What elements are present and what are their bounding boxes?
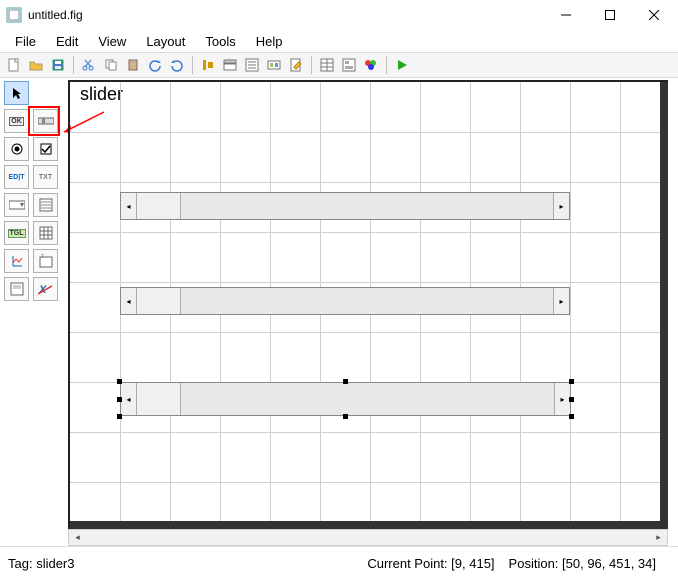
status-current-point-value: [9, 415] bbox=[451, 556, 494, 571]
tool-select[interactable] bbox=[4, 81, 29, 105]
slider-track[interactable] bbox=[181, 383, 554, 415]
tool-panel[interactable]: T bbox=[33, 249, 58, 273]
slider-right-arrow-icon[interactable]: ▸ bbox=[554, 383, 570, 415]
scrollbar-left-arrow-icon[interactable]: ◂ bbox=[69, 530, 86, 545]
tool-slider[interactable] bbox=[33, 109, 58, 133]
align-icon[interactable] bbox=[198, 55, 218, 75]
slider-thumb[interactable] bbox=[137, 193, 181, 219]
slider-track[interactable] bbox=[181, 193, 553, 219]
new-icon[interactable] bbox=[4, 55, 24, 75]
slider-thumb[interactable] bbox=[137, 288, 181, 314]
design-canvas[interactable]: ◂ ▸ ◂ ▸ ◂ ▸ bbox=[68, 80, 668, 529]
slider-left-arrow-icon[interactable]: ◂ bbox=[121, 193, 137, 219]
status-position: Position: [50, 96, 451, 34] bbox=[509, 556, 656, 571]
scrollbar-track[interactable] bbox=[86, 530, 650, 545]
undo-icon[interactable] bbox=[145, 55, 165, 75]
menu-edit[interactable]: Edit bbox=[47, 32, 87, 51]
open-icon[interactable] bbox=[26, 55, 46, 75]
title-bar: untitled.fig bbox=[0, 0, 678, 30]
svg-text:T: T bbox=[41, 254, 44, 260]
tool-radio[interactable] bbox=[4, 137, 29, 161]
toolbar-separator bbox=[73, 56, 74, 74]
tool-edit[interactable]: ED|T bbox=[4, 165, 29, 189]
tool-axes[interactable] bbox=[4, 249, 29, 273]
toolbar bbox=[0, 52, 678, 78]
status-bar: Tag: slider3 Current Point: [9, 415] Pos… bbox=[0, 546, 678, 580]
toolbar-separator bbox=[386, 56, 387, 74]
menu-layout[interactable]: Layout bbox=[137, 32, 194, 51]
menu-editor-icon[interactable] bbox=[220, 55, 240, 75]
slider-right-arrow-icon[interactable]: ▸ bbox=[553, 288, 569, 314]
slider-2[interactable]: ◂ ▸ bbox=[120, 287, 570, 315]
object-browser-icon[interactable] bbox=[339, 55, 359, 75]
cut-icon[interactable] bbox=[79, 55, 99, 75]
minimize-button[interactable] bbox=[544, 1, 588, 29]
canvas-bottom-edge bbox=[70, 521, 668, 529]
tool-listbox[interactable] bbox=[33, 193, 58, 217]
app-icon bbox=[6, 7, 22, 23]
horizontal-scrollbar[interactable]: ◂ ▸ bbox=[68, 529, 668, 546]
toolbar-separator bbox=[192, 56, 193, 74]
tab-order-icon[interactable] bbox=[242, 55, 262, 75]
tool-checkbox[interactable] bbox=[33, 137, 58, 161]
menu-file[interactable]: File bbox=[6, 32, 45, 51]
run-icon[interactable] bbox=[392, 55, 412, 75]
scrollbar-right-arrow-icon[interactable]: ▸ bbox=[650, 530, 667, 545]
menu-bar: File Edit View Layout Tools Help bbox=[0, 30, 678, 52]
tool-table[interactable] bbox=[33, 221, 58, 245]
editor-icon[interactable] bbox=[286, 55, 306, 75]
main-area: OK ED|T TXT TGL T X slider ◂ ▸ bbox=[0, 78, 678, 546]
redo-icon[interactable] bbox=[167, 55, 187, 75]
status-tag-label: Tag: bbox=[8, 556, 36, 571]
status-tag-value: slider3 bbox=[36, 556, 74, 571]
status-position-value: [50, 96, 451, 34] bbox=[562, 556, 656, 571]
slider-right-arrow-icon[interactable]: ▸ bbox=[553, 193, 569, 219]
canvas-right-edge bbox=[660, 82, 668, 529]
tool-toggle[interactable]: TGL bbox=[4, 221, 29, 245]
status-tag: Tag: slider3 bbox=[8, 556, 74, 571]
tool-pushbutton[interactable]: OK bbox=[4, 109, 29, 133]
menu-help[interactable]: Help bbox=[247, 32, 292, 51]
menu-tools[interactable]: Tools bbox=[196, 32, 244, 51]
tool-buttongroup[interactable] bbox=[4, 277, 29, 301]
save-icon[interactable] bbox=[48, 55, 68, 75]
toolbar-editor-icon[interactable] bbox=[264, 55, 284, 75]
property-inspector-icon[interactable] bbox=[317, 55, 337, 75]
close-button[interactable] bbox=[632, 1, 676, 29]
window-title: untitled.fig bbox=[28, 8, 544, 22]
slider-1[interactable]: ◂ ▸ bbox=[120, 192, 570, 220]
status-position-label: Position: bbox=[509, 556, 562, 571]
status-current-point: Current Point: [9, 415] bbox=[367, 556, 494, 571]
tool-palette: OK ED|T TXT TGL T X bbox=[4, 81, 60, 301]
slider-thumb[interactable] bbox=[137, 383, 181, 415]
menu-view[interactable]: View bbox=[89, 32, 135, 51]
tool-popup[interactable] bbox=[4, 193, 29, 217]
maximize-button[interactable] bbox=[588, 1, 632, 29]
tool-activex[interactable]: X bbox=[33, 277, 58, 301]
status-current-point-label: Current Point: bbox=[367, 556, 451, 571]
color-icon[interactable] bbox=[361, 55, 381, 75]
slider-left-arrow-icon[interactable]: ◂ bbox=[121, 383, 137, 415]
tool-text[interactable]: TXT bbox=[33, 165, 58, 189]
paste-icon[interactable] bbox=[123, 55, 143, 75]
copy-icon[interactable] bbox=[101, 55, 121, 75]
slider-left-arrow-icon[interactable]: ◂ bbox=[121, 288, 137, 314]
toolbar-separator bbox=[311, 56, 312, 74]
slider-3[interactable]: ◂ ▸ bbox=[120, 382, 571, 416]
slider-track[interactable] bbox=[181, 288, 553, 314]
